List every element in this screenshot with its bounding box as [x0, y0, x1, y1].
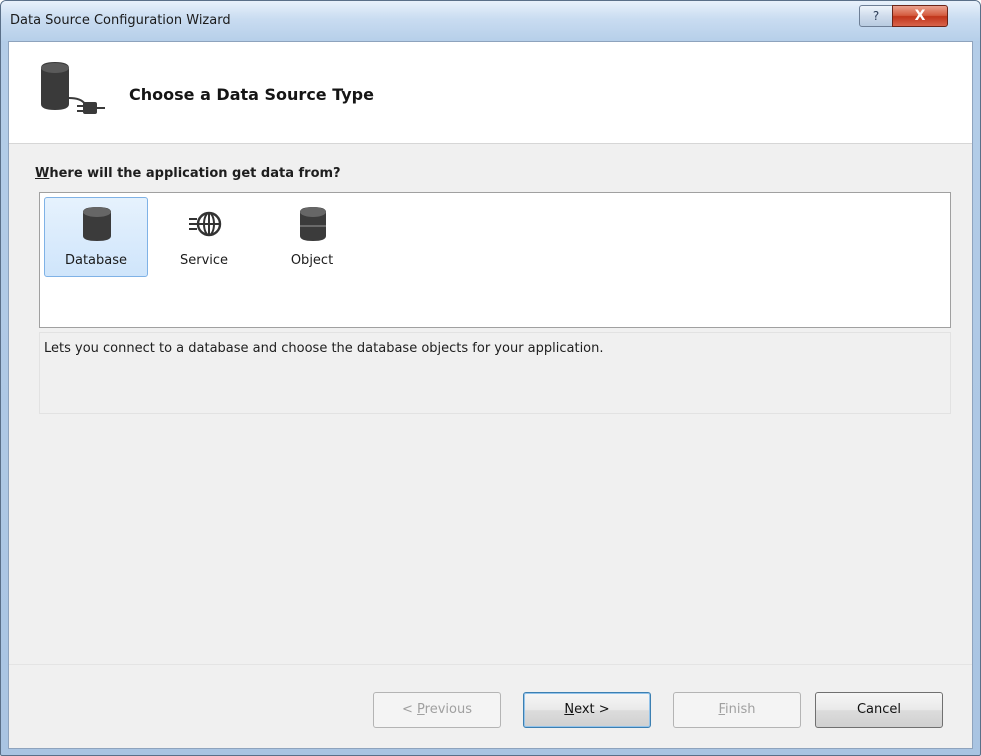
choice-label-database: Database [64, 253, 128, 268]
title-bar[interactable]: Data Source Configuration Wizard ? X [1, 1, 980, 41]
cancel-button[interactable]: Cancel [815, 692, 943, 728]
choice-label-object: Object [290, 253, 334, 268]
page-title: Choose a Data Source Type [129, 85, 374, 104]
choice-object[interactable]: Object [260, 197, 364, 277]
choice-description: Lets you connect to a database and choos… [44, 341, 604, 356]
previous-prefix: < [402, 702, 418, 717]
finish-label: inish [725, 702, 756, 717]
service-globe-icon [189, 211, 222, 237]
previous-label: revious [424, 702, 472, 717]
data-source-plug-icon [41, 62, 105, 114]
window-title: Data Source Configuration Wizard [10, 13, 231, 28]
next-button[interactable]: Next > [523, 692, 651, 728]
previous-button[interactable]: < Previous [373, 692, 501, 728]
choice-database[interactable]: Database [44, 197, 148, 277]
previous-mnemonic: P [417, 702, 425, 717]
database-icon [83, 207, 111, 241]
close-button[interactable]: X [892, 5, 948, 27]
question-text: here will the application get data from? [49, 166, 341, 181]
data-source-type-list[interactable]: Database Service Object [39, 192, 951, 328]
finish-button[interactable]: Finish [673, 692, 801, 728]
next-mnemonic: N [564, 702, 575, 717]
object-icon [300, 207, 326, 241]
choice-description-panel: Lets you connect to a database and choos… [39, 332, 951, 414]
wizard-client-area: Choose a Data Source Type Where will the… [8, 41, 973, 749]
question-label: Where will the application get data from… [35, 166, 341, 181]
footer-divider [9, 664, 972, 665]
wizard-window: Data Source Configuration Wizard ? X Cho… [0, 0, 981, 756]
question-mnemonic: W [35, 166, 50, 181]
help-button[interactable]: ? [859, 5, 893, 27]
choice-label-service: Service [179, 253, 229, 268]
choice-service[interactable]: Service [152, 197, 256, 277]
wizard-header: Choose a Data Source Type [9, 42, 972, 144]
next-label: ext > [574, 702, 610, 717]
